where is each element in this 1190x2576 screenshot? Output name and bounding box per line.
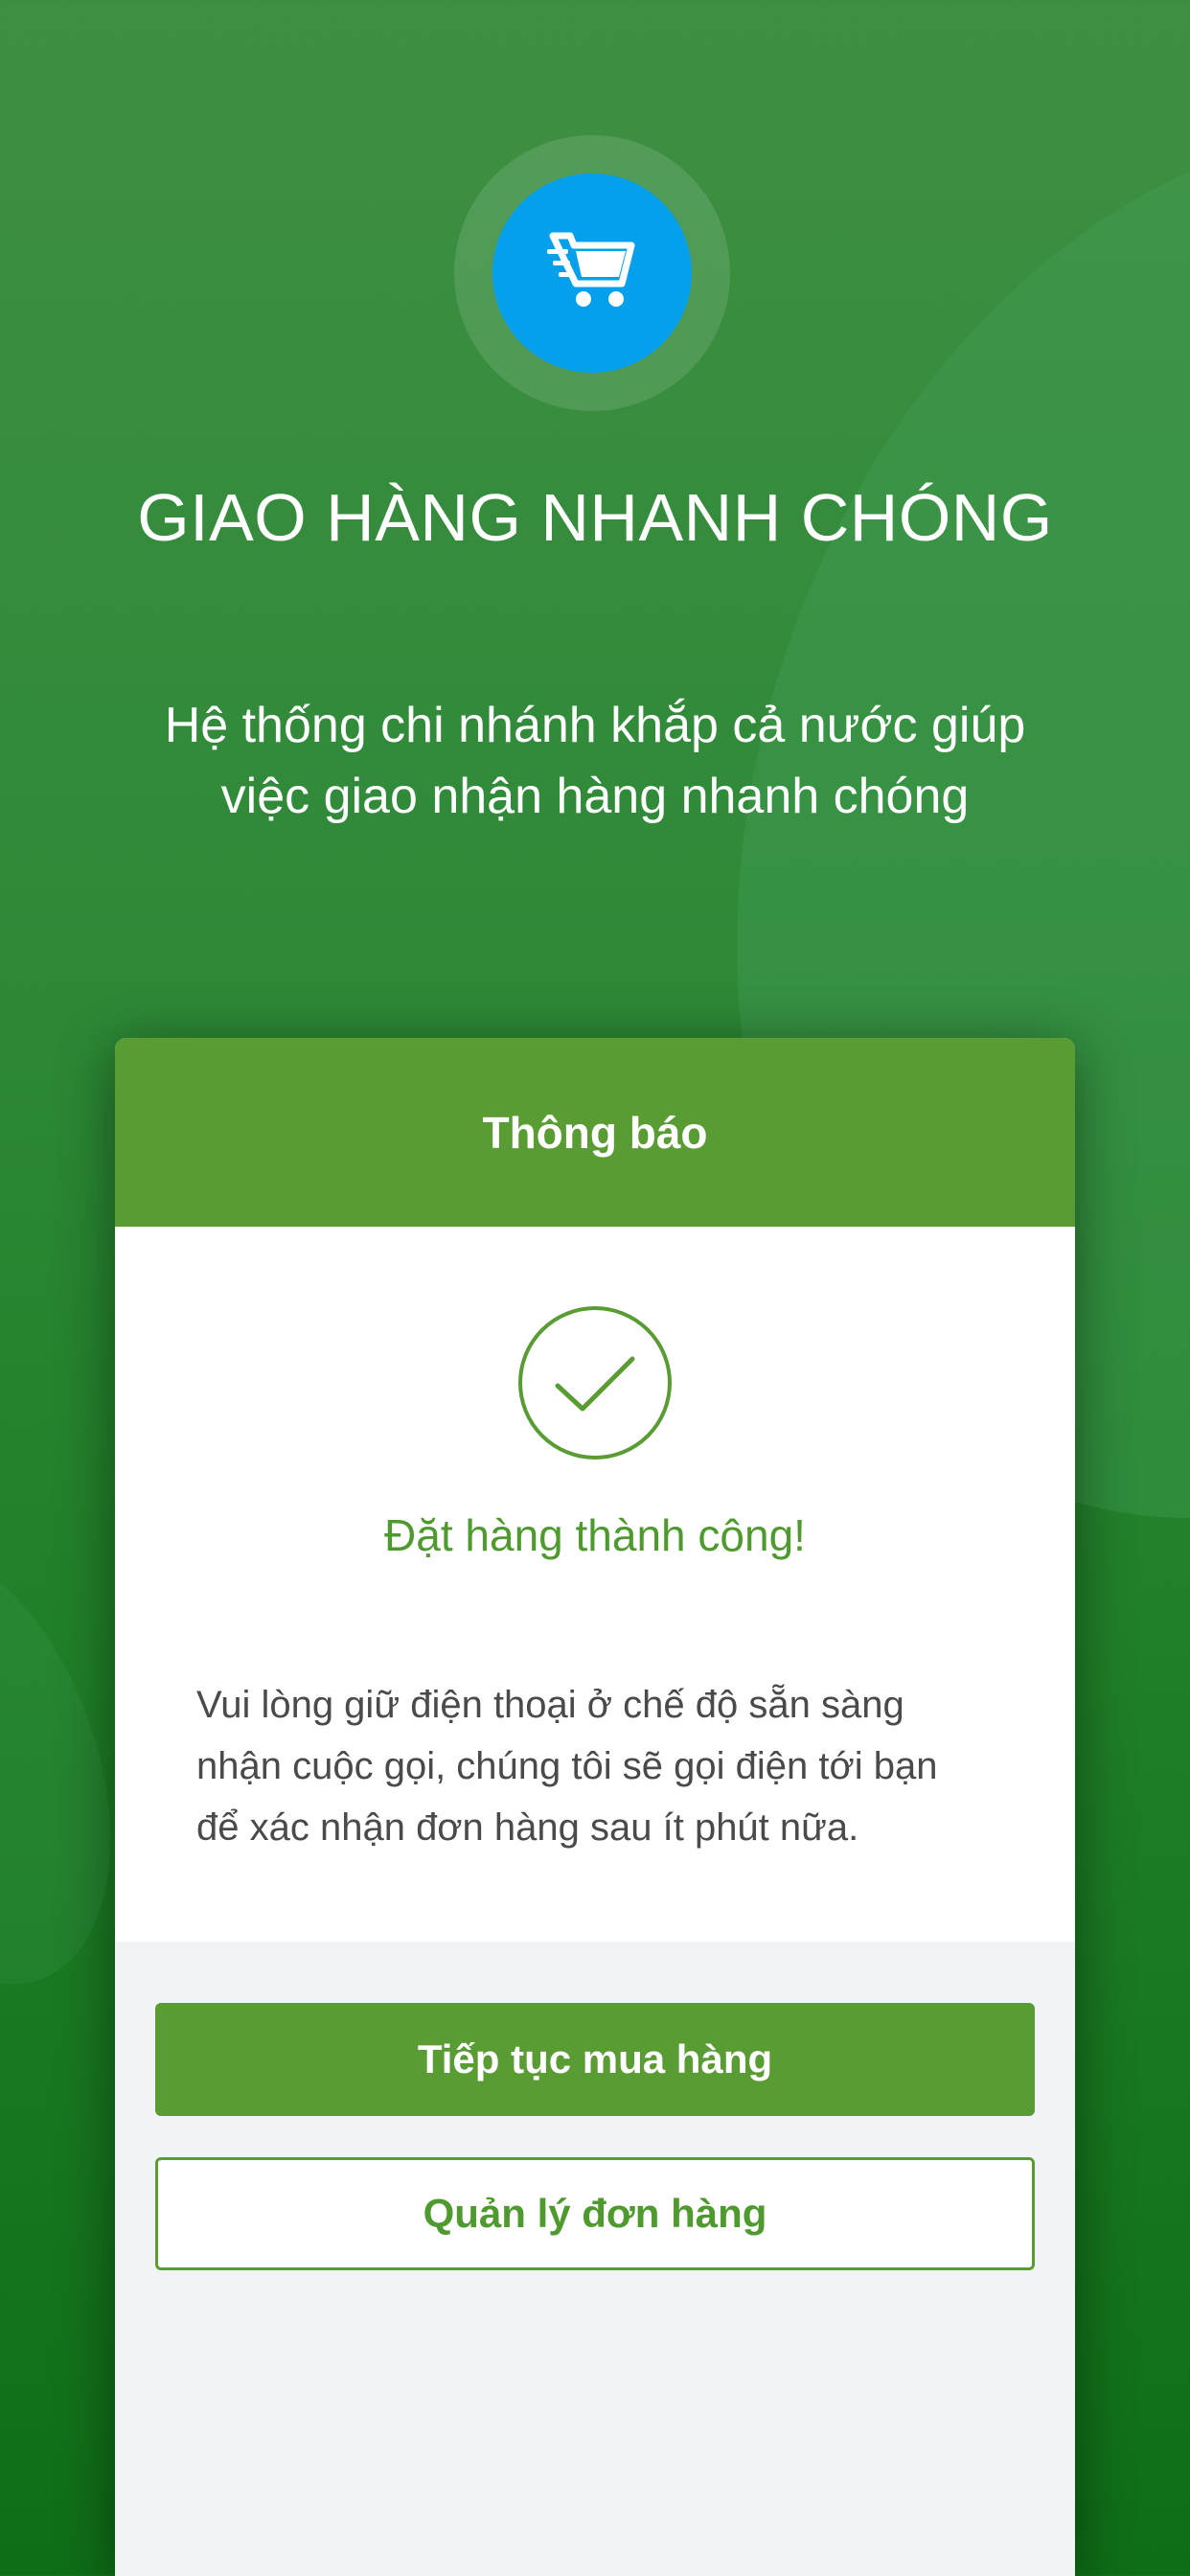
hero-icon-badge [492, 173, 692, 373]
notification-dialog: Thông báo Đặt hàng thành công! Vui lòng … [115, 1038, 1075, 2576]
shopping-cart-icon [547, 232, 635, 307]
message-line: Vui lòng giữ điện thoại ở chế độ sẵn sàn… [196, 1684, 904, 1726]
confirmation-message: Vui lòng giữ điện thoại ở chế độ sẵn sàn… [196, 1674, 1020, 1858]
dialog-header: Thông báo [115, 1038, 1075, 1227]
hero-subtitle-line: Hệ thống chi nhánh khắp cả nước giúp [164, 698, 1026, 753]
dialog-title: Thông báo [482, 1107, 708, 1158]
checkmark-circle-icon [518, 1306, 672, 1460]
manage-orders-button[interactable]: Quản lý đơn hàng [155, 2157, 1035, 2270]
hero-subtitle-line: việc giao nhận hàng nhanh chóng [220, 769, 970, 824]
message-line: để xác nhận đơn hàng sau ít phút nữa. [196, 1806, 859, 1849]
dialog-footer: Tiếp tục mua hàng Quản lý đơn hàng [115, 1942, 1075, 2576]
hero-title: GIAO HÀNG NHANH CHÓNG [137, 480, 1053, 555]
message-line: nhận cuộc gọi, chúng tôi sẽ gọi điện tới… [196, 1745, 938, 1787]
dialog-body: Đặt hàng thành công! Vui lòng giữ điện t… [115, 1227, 1075, 1942]
hero-subtitle: Hệ thống chi nhánh khắp cả nước giúp việ… [115, 690, 1075, 832]
continue-shopping-button[interactable]: Tiếp tục mua hàng [155, 2003, 1035, 2116]
success-title: Đặt hàng thành công! [384, 1510, 806, 1560]
